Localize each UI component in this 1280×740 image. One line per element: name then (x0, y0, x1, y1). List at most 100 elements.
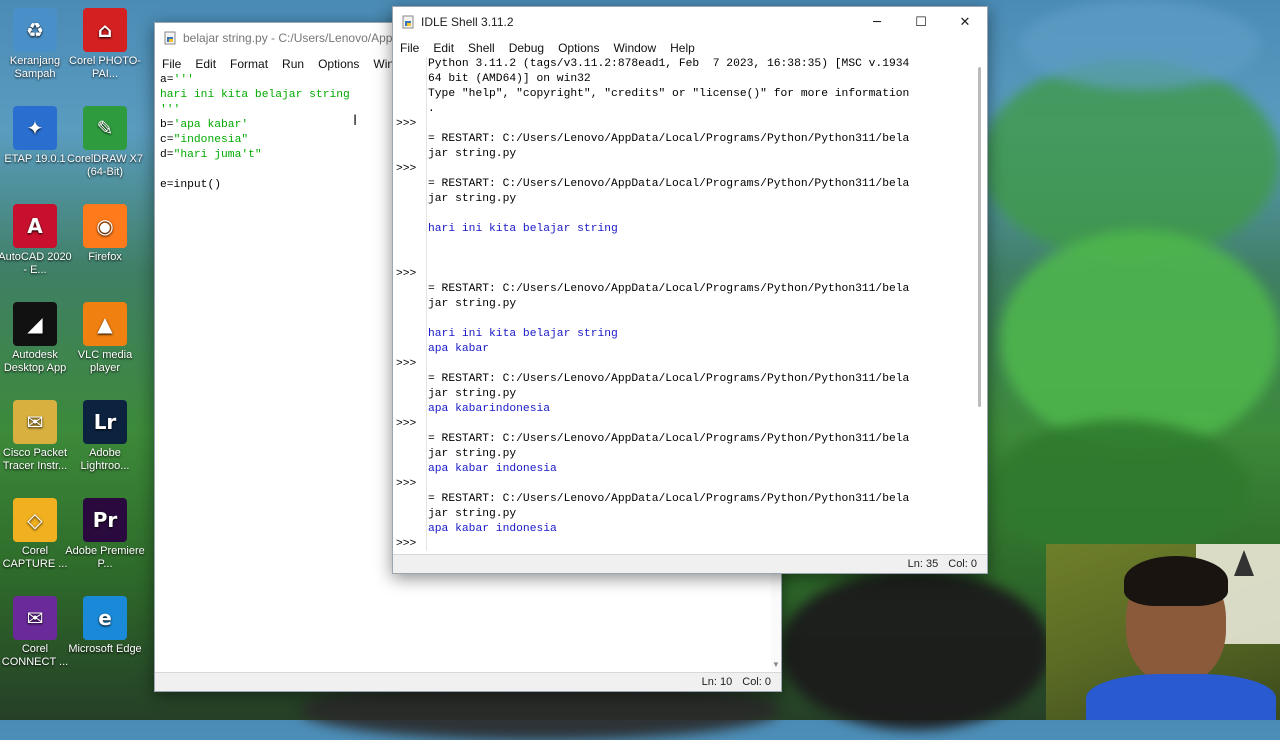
shell-output-line: hari ini kita belajar string (428, 328, 618, 340)
desktop-shortcut[interactable]: Lr Adobe Lightroo... (65, 400, 145, 473)
desktop-shortcut[interactable]: A AutoCAD 2020 - E... (0, 204, 75, 277)
shell-line-number: Ln: 35 (907, 558, 939, 570)
shell-output-line: apa kabar (428, 343, 490, 355)
shell-menu-options[interactable]: Options (551, 41, 606, 55)
shell-output-line (428, 417, 968, 432)
desktop-shortcut[interactable]: ✦ ETAP 19.0.1 (0, 106, 75, 166)
shell-output-area[interactable]: Python 3.11.2 (tags/v3.11.2:878ead1, Feb… (428, 57, 968, 551)
webcam-overlay (1046, 544, 1280, 720)
shell-menu-edit[interactable]: Edit (426, 41, 461, 55)
shell-output-line (428, 207, 968, 222)
shell-prompt (396, 402, 426, 417)
shell-column-number: Col: 0 (948, 558, 977, 570)
edge-icon: e (83, 596, 127, 640)
shell-prompt (396, 282, 426, 297)
desktop-shortcut[interactable]: ✉ Cisco Packet Tracer Instr... (0, 400, 75, 473)
python-shell-icon (402, 15, 414, 29)
editor-menu-file[interactable]: File (155, 57, 188, 71)
shell-prompt (396, 387, 426, 402)
editor-menu-run[interactable]: Run (275, 57, 311, 71)
coreldraw-icon: ✎ (83, 106, 127, 150)
shell-output-line (428, 117, 968, 132)
shell-titlebar[interactable]: IDLE Shell 3.11.2 ─ ☐ ✕ (393, 7, 987, 37)
shell-scrollbar[interactable] (975, 57, 985, 551)
shell-prompt (396, 312, 426, 327)
shell-output-line (428, 537, 968, 551)
shell-output-line (428, 357, 968, 372)
shell-menu-debug[interactable]: Debug (502, 41, 551, 55)
scroll-down-arrow-icon[interactable]: ▼ (772, 660, 780, 669)
desktop-shortcut-label: Corel PHOTO-PAI... (69, 55, 141, 80)
desktop-shortcut[interactable]: ▲ VLC media player (65, 302, 145, 375)
desktop-shortcut[interactable]: ◢ Autodesk Desktop App (0, 302, 75, 375)
desktop-shortcut-label: AutoCAD 2020 - E... (0, 251, 72, 276)
shell-prompt: >>> (396, 358, 417, 370)
desktop-shortcut[interactable]: Pr Adobe Premiere P... (65, 498, 145, 571)
desktop-shortcut-label: VLC media player (77, 349, 133, 374)
shell-prompt (396, 522, 426, 537)
etap-icon: ✦ (13, 106, 57, 150)
minimize-button[interactable]: ─ (855, 7, 899, 37)
editor-menu-edit[interactable]: Edit (188, 57, 223, 71)
shell-output-line: apa kabarindonesia (428, 403, 551, 415)
lamp-icon (1234, 550, 1254, 576)
shell-prompt (396, 252, 426, 267)
shell-output-line: 64 bit (AMD64)] on win32 (428, 73, 591, 85)
desktop-shortcut[interactable]: ✎ CorelDRAW X7 (64-Bit) (65, 106, 145, 179)
desktop-shortcut[interactable]: ⌂ Corel PHOTO-PAI... (65, 8, 145, 81)
shell-output-line: apa kabar indonesia (428, 523, 557, 535)
shell-output-line (428, 162, 968, 177)
shell-prompt (396, 207, 426, 222)
shell-menu-help[interactable]: Help (663, 41, 702, 55)
shell-prompt (396, 87, 426, 102)
shell-output-line (428, 267, 968, 282)
corel-photopaint-icon: ⌂ (83, 8, 127, 52)
shell-scroll-thumb[interactable] (978, 67, 981, 407)
shell-prompt (396, 342, 426, 357)
corel-capture-icon: ◇ (13, 498, 57, 542)
shell-prompt (396, 72, 426, 87)
shell-prompt: >>> (396, 118, 417, 130)
shell-output-line (428, 477, 968, 492)
desktop-shortcut[interactable]: e Microsoft Edge (65, 596, 145, 656)
shell-output-line: . (428, 103, 435, 115)
shell-window[interactable]: IDLE Shell 3.11.2 ─ ☐ ✕ File Edit Shell … (392, 6, 988, 574)
close-button[interactable]: ✕ (943, 7, 987, 37)
editor-menu-options[interactable]: Options (311, 57, 366, 71)
shell-output-line: = RESTART: C:/Users/Lenovo/AppData/Local… (428, 178, 910, 190)
premiere-icon: Pr (83, 498, 127, 542)
shell-prompt (396, 507, 426, 522)
shell-menu-window[interactable]: Window (606, 41, 663, 55)
editor-column-number: Col: 0 (742, 676, 771, 688)
desktop-shortcut-label: Adobe Lightroo... (80, 447, 130, 472)
autocad-icon: A (13, 204, 57, 248)
shell-output-line: jar string.py (428, 148, 517, 160)
desktop-shortcut[interactable]: ◉ Firefox (65, 204, 145, 264)
vlc-icon: ▲ (83, 302, 127, 346)
desktop-shortcut[interactable]: ◇ Corel CAPTURE ... (0, 498, 75, 571)
firefox-icon: ◉ (83, 204, 127, 248)
desktop-shortcut[interactable]: ♻ Keranjang Sampah (0, 8, 75, 81)
shell-prompt: >>> (396, 478, 417, 490)
shell-prompt (396, 102, 426, 117)
shell-menu-file[interactable]: File (393, 41, 426, 55)
shell-output-line: jar string.py (428, 508, 517, 520)
desktop-shortcut[interactable]: ✉ Corel CONNECT ... (0, 596, 75, 669)
shell-output-line: = RESTART: C:/Users/Lenovo/AppData/Local… (428, 433, 910, 445)
shell-menu-shell[interactable]: Shell (461, 41, 502, 55)
lightroom-icon: Lr (83, 400, 127, 444)
shell-prompt (396, 297, 426, 312)
shell-output-line (428, 312, 968, 327)
shell-prompt (396, 222, 426, 237)
shell-prompt (396, 132, 426, 147)
shell-prompt-gutter: >>> >>> >>> >>> >>> >>> >>> (393, 57, 427, 551)
editor-menu-format[interactable]: Format (223, 57, 275, 71)
shell-prompt (396, 327, 426, 342)
desktop-shortcut-label: CorelDRAW X7 (64-Bit) (67, 153, 143, 178)
desktop-shortcut-label: ETAP 19.0.1 (4, 153, 66, 165)
maximize-icon: ☐ (915, 14, 927, 30)
maximize-button[interactable]: ☐ (899, 7, 943, 37)
desktop-shortcut-label: Firefox (88, 251, 122, 263)
autodesk-icon: ◢ (13, 302, 57, 346)
corel-connect-icon: ✉ (13, 596, 57, 640)
